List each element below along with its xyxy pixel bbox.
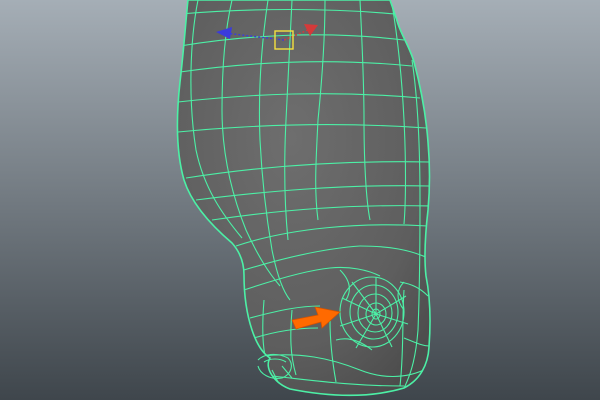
viewport-panel[interactable] bbox=[0, 0, 600, 400]
viewport-canvas[interactable] bbox=[0, 0, 600, 400]
